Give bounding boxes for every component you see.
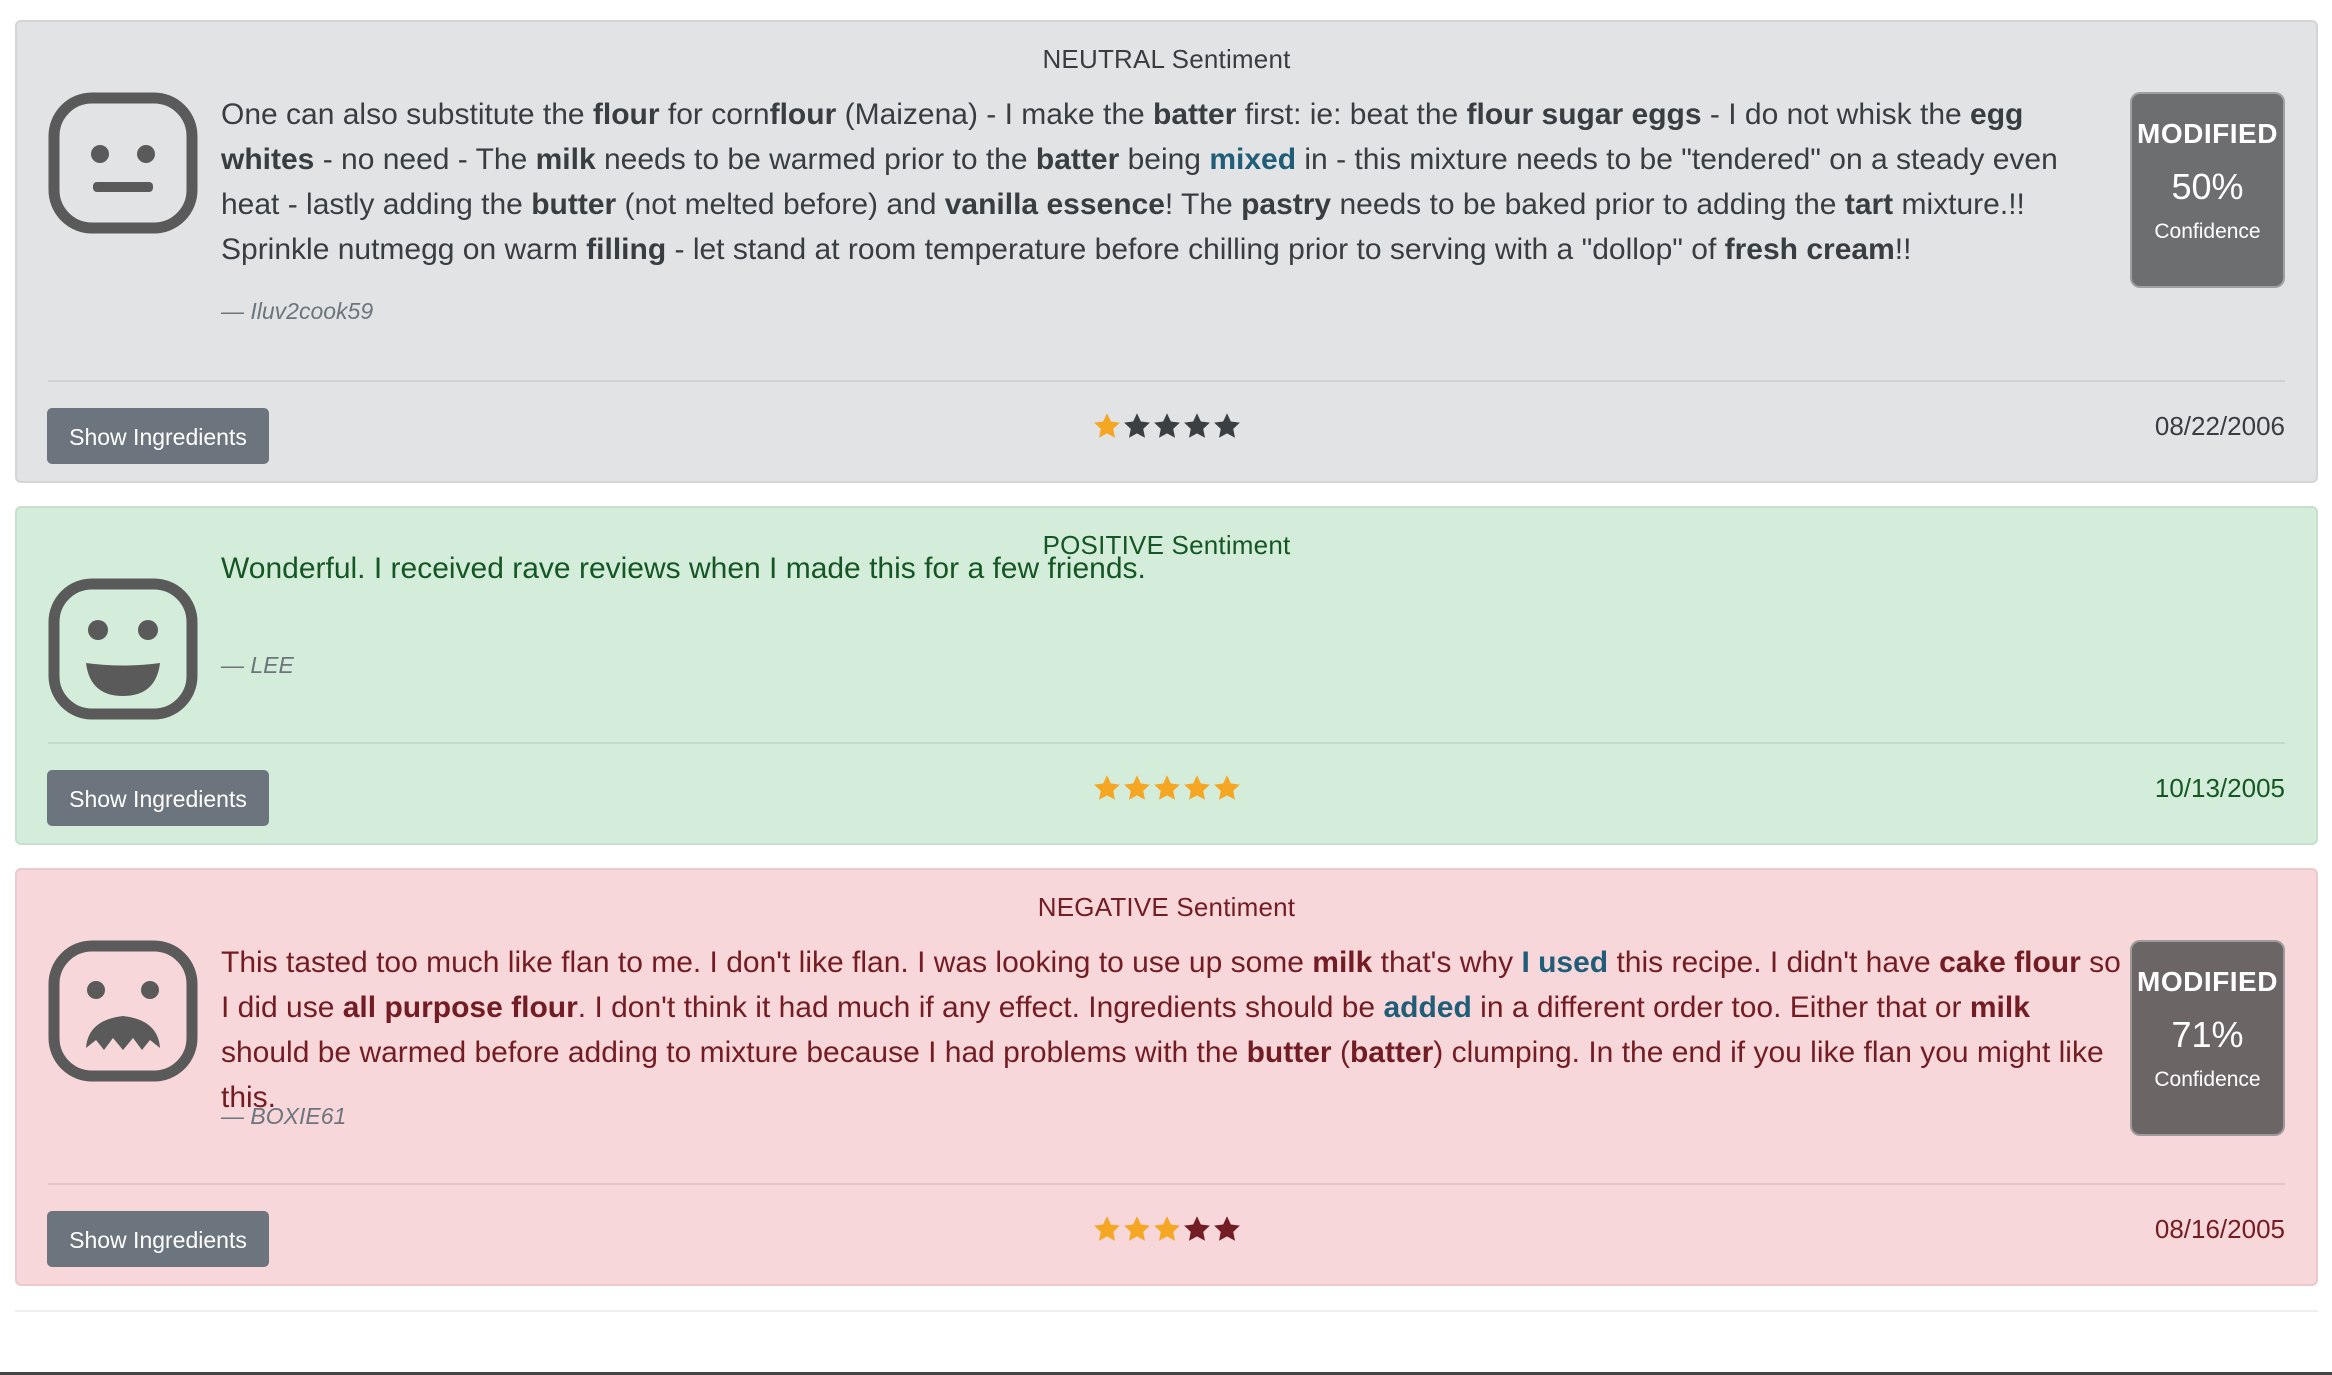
review-text-segment: - I do not whisk the (1701, 98, 1971, 131)
review-text-segment: One can also substitute the (221, 98, 593, 131)
star-empty-icon (1184, 413, 1210, 438)
review-date: 10/13/2005 (2154, 773, 2285, 803)
star-filled-icon (1124, 1216, 1150, 1241)
ingredient-keyword: tart (1844, 188, 1894, 221)
list-bottom-divider (15, 1310, 2318, 1312)
action-keyword: added (1383, 991, 1472, 1024)
star-filled-icon (1154, 1216, 1180, 1241)
review-text-segment: being (1119, 143, 1210, 176)
review-text-segment: that's why (1372, 946, 1522, 979)
sentiment-label: NEUTRAL Sentiment (1042, 44, 1291, 74)
ingredient-keyword: fresh cream (1724, 233, 1895, 266)
badge-label: Confidence (2154, 1068, 2261, 1091)
review-text-segment: needs to be baked prior to adding the (1331, 188, 1845, 221)
review-author: — LEE (221, 652, 294, 678)
show-ingredients-button[interactable]: Show Ingredients (47, 770, 269, 826)
ingredient-keyword: pastry (1241, 188, 1332, 221)
ingredient-keyword: milk (535, 143, 596, 176)
modified-confidence-badge: MODIFIED 71% Confidence (2130, 940, 2285, 1136)
review-text-segment: in a different order too. Either that or (1471, 991, 1970, 1024)
star-filled-icon (1094, 413, 1120, 438)
ingredient-keyword: all purpose flour (342, 991, 578, 1024)
badge-title: MODIFIED (2137, 966, 2278, 997)
review-author: — BOXIE61 (221, 1103, 347, 1129)
show-ingredients-button[interactable]: Show Ingredients (47, 408, 269, 464)
review-text-segment: Wonderful. I received rave reviews when … (221, 552, 1146, 585)
neutral-face-icon (48, 92, 198, 234)
review-text: One can also substitute the flour for co… (221, 92, 2121, 272)
review-text-segment: This tasted too much like flan to me. I … (221, 946, 1313, 979)
review-text-segment: - no need - The (314, 143, 536, 176)
review-text-segment: (not melted before) and (616, 188, 945, 221)
ingredient-keyword: batter (1035, 143, 1120, 176)
ingredient-keyword: flour sugar eggs (1466, 98, 1702, 131)
ingredient-keyword: flour (769, 98, 837, 131)
star-rating (1092, 773, 1242, 807)
ingredient-keyword: batter (1153, 98, 1237, 131)
ingredient-keyword: cake flour (1939, 946, 2081, 979)
modified-confidence-badge: MODIFIED 50% Confidence (2130, 92, 2285, 288)
review-date: 08/16/2005 (2154, 1214, 2285, 1244)
review-text-segment: - let stand at room temperature before c… (666, 233, 1725, 266)
card-divider (48, 1183, 2285, 1185)
badge-label: Confidence (2154, 220, 2261, 243)
review-text: This tasted too much like flan to me. I … (221, 940, 2121, 1120)
review-text-segment: . I don't think it had much if any effec… (577, 991, 1384, 1024)
star-rating (1092, 1214, 1242, 1248)
page: NEUTRAL Sentiment One can also substitut… (0, 0, 2332, 1375)
star-empty-icon (1214, 1216, 1240, 1241)
ingredient-keyword: batter (1349, 1036, 1434, 1069)
review-text-segment: (Maizena) - I make the (836, 98, 1154, 131)
review-text-segment: should be warmed before adding to mixtur… (221, 1036, 1247, 1069)
review-text-segment: first: ie: beat the (1236, 98, 1467, 131)
star-empty-icon (1184, 1216, 1210, 1241)
star-filled-icon (1094, 1216, 1120, 1241)
star-filled-icon (1154, 775, 1180, 800)
star-empty-icon (1124, 413, 1150, 438)
review-text: Wonderful. I received rave reviews when … (221, 546, 2221, 591)
ingredient-keyword: flour (592, 98, 660, 131)
review-text-segment: ( (1331, 1036, 1350, 1069)
ingredient-keyword: milk (1969, 991, 2030, 1024)
card-divider (48, 380, 2285, 382)
badge-value: 71% (2171, 1014, 2244, 1055)
ingredient-keyword: filling (586, 233, 667, 266)
star-rating (1092, 411, 1242, 445)
review-text-segment: this recipe. I didn't have (1608, 946, 1940, 979)
badge-title: MODIFIED (2137, 118, 2278, 149)
ingredient-keyword: butter (1246, 1036, 1332, 1069)
review-text-segment: needs to be warmed prior to the (595, 143, 1036, 176)
star-empty-icon (1154, 413, 1180, 438)
ingredient-keyword: butter (531, 188, 617, 221)
happy-face-icon (48, 578, 198, 720)
review-card-neutral: NEUTRAL Sentiment One can also substitut… (15, 20, 2318, 483)
star-empty-icon (1214, 413, 1240, 438)
review-date: 08/22/2006 (2154, 411, 2285, 441)
angry-face-icon (48, 940, 198, 1082)
review-author: — Iluv2cook59 (221, 298, 374, 324)
star-filled-icon (1214, 775, 1240, 800)
sentiment-label: NEGATIVE Sentiment (1037, 892, 1296, 922)
ingredient-keyword: milk (1312, 946, 1373, 979)
star-filled-icon (1184, 775, 1210, 800)
action-keyword: mixed (1209, 143, 1297, 176)
review-card-positive: POSITIVE Sentiment Wonderful. I received… (15, 506, 2318, 845)
badge-value: 50% (2171, 166, 2244, 207)
card-divider (48, 742, 2285, 744)
review-card-negative: NEGATIVE Sentiment This tasted too much … (15, 868, 2318, 1286)
review-text-segment: for corn (659, 98, 770, 131)
action-keyword: I used (1521, 946, 1609, 979)
show-ingredients-button[interactable]: Show Ingredients (47, 1211, 269, 1267)
review-text-segment: !! (1894, 233, 1912, 266)
star-filled-icon (1124, 775, 1150, 800)
ingredient-keyword: vanilla essence (944, 188, 1165, 221)
star-filled-icon (1094, 775, 1120, 800)
review-text-segment: ! The (1164, 188, 1242, 221)
